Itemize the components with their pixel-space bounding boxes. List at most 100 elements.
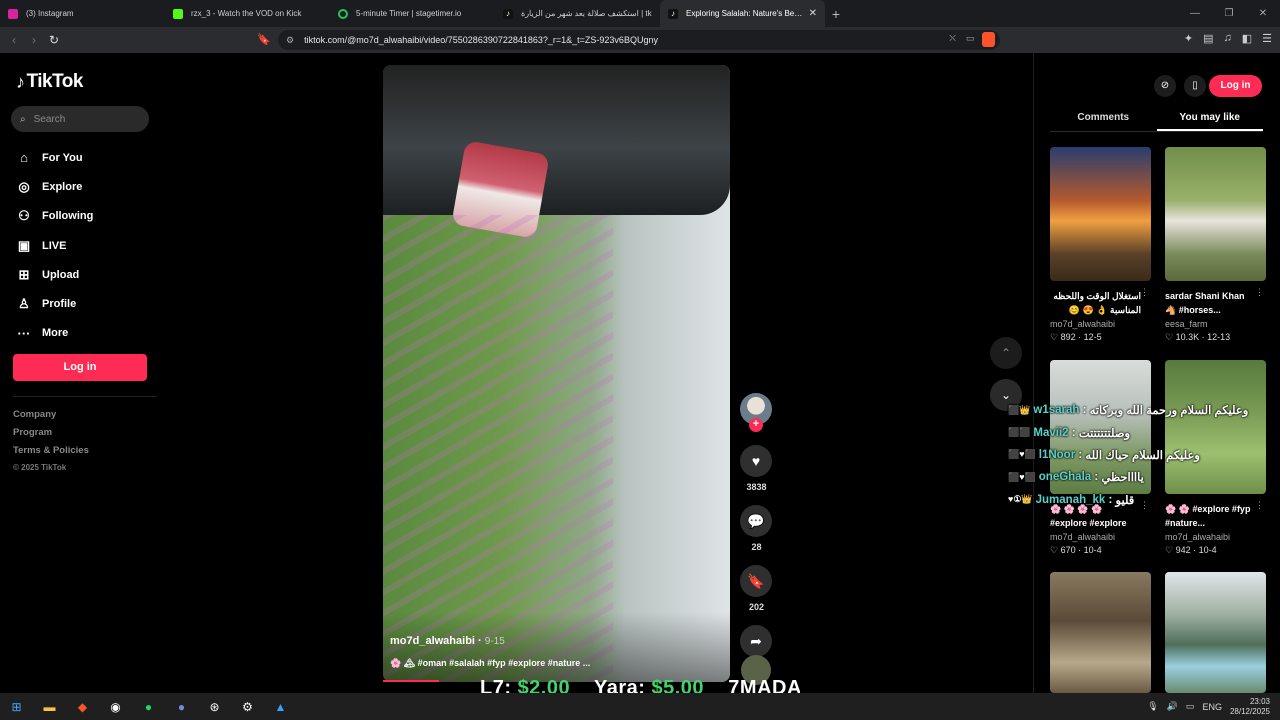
settings-icon[interactable]: ⚙ <box>231 700 264 714</box>
author-avatar[interactable]: + <box>740 393 772 432</box>
sidebar-item-live[interactable]: ▣ LIVE <box>16 231 93 260</box>
video-progress-bar[interactable] <box>383 680 439 682</box>
sidebar-item-more[interactable]: ··· More <box>16 319 93 348</box>
comment-icon[interactable]: 💬 <box>740 505 772 537</box>
like-action[interactable]: ♥ 3838 <box>740 445 773 492</box>
browser-tools: ✦ ▤ ♫ ◧ ☰ <box>1184 32 1272 45</box>
whatsapp-icon[interactable]: ● <box>132 700 165 714</box>
comment-action[interactable]: 💬 28 <box>740 505 773 552</box>
sidebar-toggle-icon[interactable]: ◧ <box>1242 32 1252 45</box>
sidebar-item-following[interactable]: ⚇ Following <box>16 202 93 231</box>
window-controls: — ❐ ✕ <box>1178 0 1280 27</box>
card-more-icon[interactable]: ⋮ <box>1255 287 1264 298</box>
footer-link-terms[interactable]: Terms & Policies <box>13 445 89 463</box>
like-count: 3838 <box>746 482 767 492</box>
obs-icon[interactable]: ◉ <box>99 700 132 714</box>
follow-plus-icon[interactable]: + <box>749 418 763 432</box>
minimize-icon[interactable]: — <box>1178 0 1212 27</box>
card-user[interactable]: mo7d_alwahaibi <box>1050 319 1151 329</box>
footer-link-program[interactable]: Program <box>13 427 89 445</box>
sidebar-item-upload[interactable]: ⊞ Upload <box>16 260 93 289</box>
language-indicator[interactable]: ENG <box>1202 702 1222 712</box>
file-explorer-icon[interactable]: ▬ <box>33 700 66 714</box>
video-thumbnail[interactable] <box>1050 147 1151 281</box>
heart-icon[interactable]: ♥ <box>740 445 772 477</box>
card-user[interactable]: mo7d_alwahaibi <box>1165 532 1266 542</box>
video-thumbnail[interactable] <box>1165 572 1266 693</box>
following-icon: ⚇ <box>18 208 30 224</box>
recommended-video-card[interactable] <box>1050 572 1151 693</box>
extensions-icon[interactable]: ✦ <box>1184 32 1193 45</box>
reload-icon[interactable]: ↻ <box>44 33 64 47</box>
media-icon[interactable]: ♫ <box>1223 32 1231 45</box>
volume-icon[interactable]: 🔊 <box>1167 701 1178 712</box>
video-thumbnail[interactable] <box>1050 572 1151 693</box>
browser-tab[interactable]: 5-minute Timer | stagetimer.io <box>330 0 495 27</box>
share-arrow-icon[interactable]: ➦ <box>740 625 772 657</box>
bookmark-icon[interactable]: 🔖 <box>257 33 271 46</box>
search-input[interactable]: ⌕ Search <box>11 106 149 132</box>
previous-video-button[interactable]: ⌃ <box>990 337 1022 369</box>
forward-icon[interactable]: › <box>24 33 44 47</box>
more-icon: ··· <box>17 325 31 341</box>
chat-nick: Mavii2 <box>1033 426 1069 439</box>
heart-outline-icon: ♡ <box>1165 332 1174 342</box>
clock[interactable]: 23:03 28/12/2025 <box>1230 697 1270 717</box>
browser-tab[interactable]: rzx_3 - Watch the VOD on Kick <box>165 0 330 27</box>
new-tab-button[interactable]: + <box>825 6 847 22</box>
footer-link-company[interactable]: Company <box>13 409 89 427</box>
tab-you-may-like[interactable]: You may like <box>1156 109 1263 131</box>
chat-badges-icon: ⬛♥⬛ <box>1008 449 1036 460</box>
coin-icon[interactable]: ⊘ <box>1154 75 1176 97</box>
recommended-video-card[interactable] <box>1165 572 1266 693</box>
header-login-button[interactable]: Log in <box>1209 75 1262 97</box>
url-text[interactable]: tiktok.com/@mo7d_alwahaibi/video/7550286… <box>304 35 658 45</box>
card-user[interactable]: eesa_farm <box>1165 319 1266 329</box>
bookmark-save-icon[interactable]: 🔖 <box>740 565 772 597</box>
card-stats: ♡ 670 · 10-4 <box>1050 545 1102 555</box>
card-more-icon[interactable]: ⋮ <box>1255 500 1264 511</box>
chat-message: ♥①👑 Jumanah_kk : قليو <box>1008 493 1135 507</box>
login-button[interactable]: Log in <box>13 354 147 381</box>
video-caption[interactable]: 🌸 🏔 #oman #salalah #fyp #explore #nature… <box>390 658 590 669</box>
video-author[interactable]: mo7d_alwahaibi <box>390 635 475 647</box>
brave-shield-icon[interactable] <box>982 32 995 47</box>
browser-tab-active[interactable]: ♪ Exploring Salalah: Nature's Beau ✕ <box>660 0 825 27</box>
browser-tab[interactable]: ♪ استكشف صلالة بعد شهر من الزيارة | tk <box>495 0 660 27</box>
start-icon[interactable]: ⊞ <box>0 700 33 714</box>
discord-icon[interactable]: ● <box>165 700 198 714</box>
close-window-icon[interactable]: ✕ <box>1246 0 1280 27</box>
card-user[interactable]: mo7d_alwahaibi <box>1050 532 1151 542</box>
card-more-icon[interactable]: ⋮ <box>1140 287 1149 298</box>
photos-icon[interactable]: ▲ <box>264 700 297 714</box>
chat-message: ⬛👑 w1sarah : وعليكم السلام ورحمة الله وبر… <box>1008 404 1249 418</box>
video-player[interactable] <box>383 65 730 682</box>
video-thumbnail[interactable] <box>1165 147 1266 281</box>
wallet-icon[interactable]: ▤ <box>1203 32 1213 45</box>
address-bar[interactable]: ⚙ tiktok.com/@mo7d_alwahaibi/video/75502… <box>278 30 1000 50</box>
chat-nick: oneGhala <box>1038 471 1092 484</box>
save-action[interactable]: 🔖 202 <box>740 565 773 612</box>
tiktok-icon: ♪ <box>503 8 513 19</box>
back-icon[interactable]: ‹ <box>4 33 24 47</box>
site-info-icon[interactable]: ⚙ <box>286 35 294 46</box>
brave-icon[interactable]: ◆ <box>66 700 99 714</box>
recommended-video-card[interactable]: sardar Shani Khan 🐴 #horses... ⋮ eesa_fa… <box>1165 147 1266 343</box>
tiktok-logo[interactable]: ♪ TikTok <box>16 71 83 93</box>
pip-icon[interactable]: ▭ <box>966 33 975 44</box>
restore-icon[interactable]: ❐ <box>1212 0 1246 27</box>
sidebar-item-for-you[interactable]: ⌂ For You <box>16 143 93 172</box>
menu-icon[interactable]: ☰ <box>1262 32 1272 45</box>
mic-icon[interactable]: 🎙 <box>1147 701 1158 712</box>
steam-icon[interactable]: ⊛ <box>198 700 231 714</box>
network-icon[interactable]: ▭ <box>1186 701 1195 712</box>
device-icon[interactable]: ▯ <box>1184 75 1206 97</box>
sidebar-item-explore[interactable]: ◎ Explore <box>16 172 93 201</box>
cast-off-icon[interactable]: ⛌ <box>949 33 956 44</box>
chat-nick: w1sarah <box>1033 404 1080 417</box>
tab-comments[interactable]: Comments <box>1050 109 1157 131</box>
recommended-video-card[interactable]: استغلال الوقت واللحظه المناسبة 👌 😍 😊 ⋮ m… <box>1050 147 1151 343</box>
close-tab-icon[interactable]: ✕ <box>809 8 817 19</box>
sidebar-item-profile[interactable]: ♙ Profile <box>16 289 93 318</box>
browser-tab[interactable]: (3) Instagram <box>0 0 165 27</box>
